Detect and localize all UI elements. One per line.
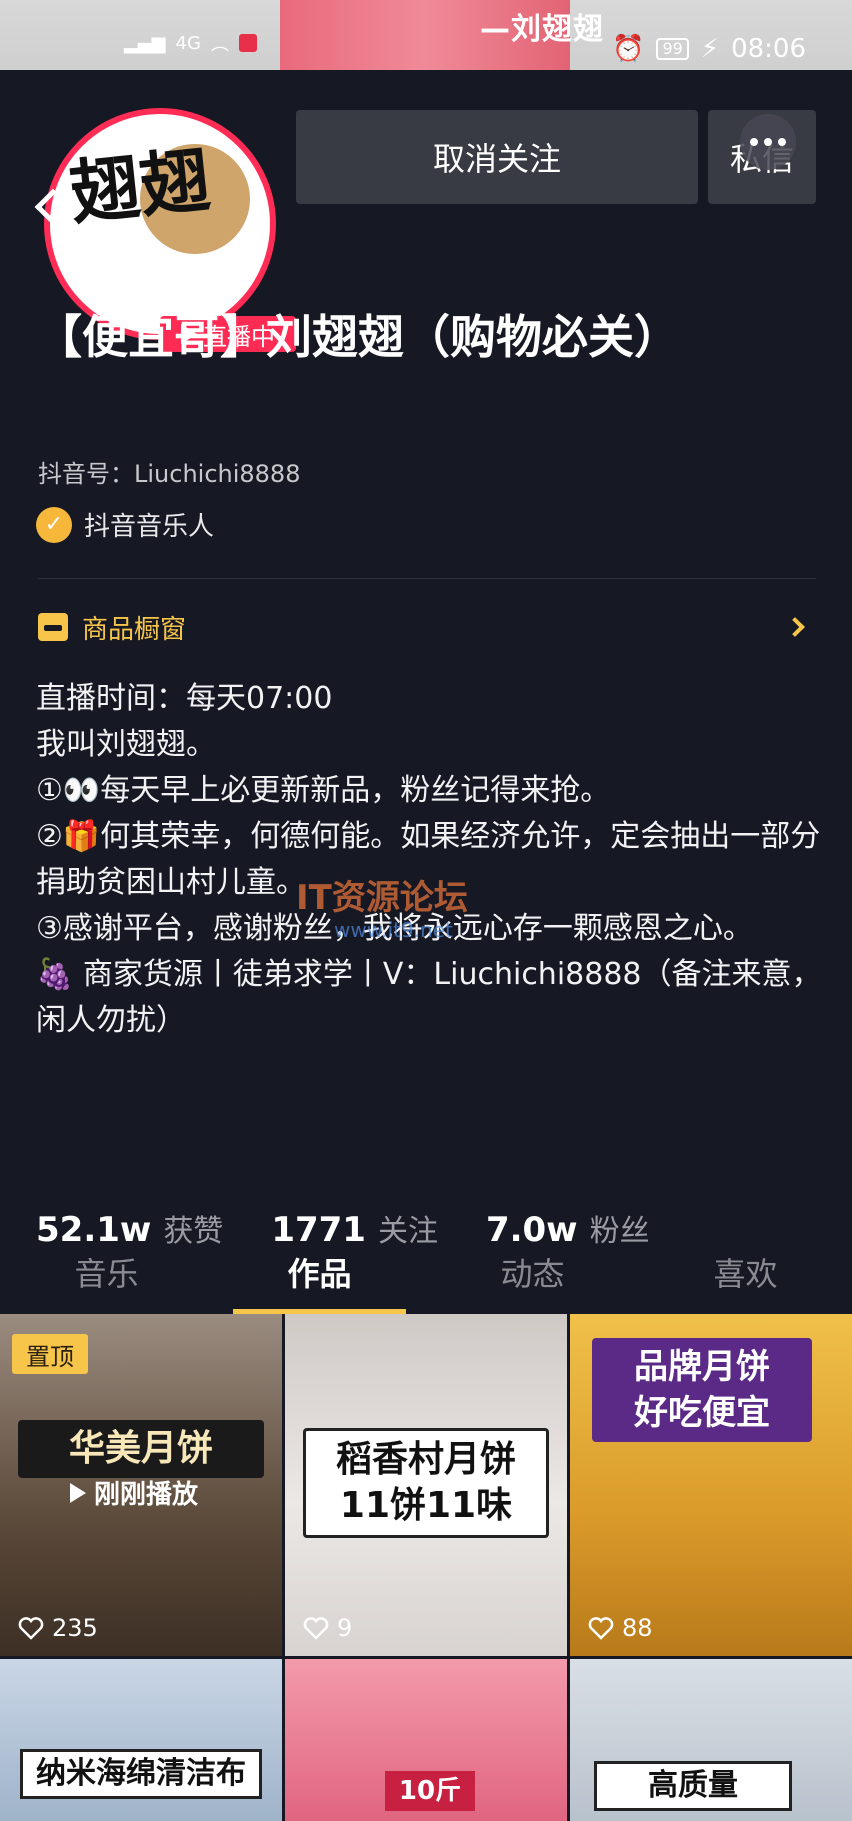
page-title: 【便宜哥】刘翅翅（购物必关） bbox=[36, 310, 680, 364]
shop-icon bbox=[38, 613, 68, 641]
banner-title: —刘翅翅 bbox=[480, 12, 604, 47]
video-title: 品牌月饼 好吃便宜 bbox=[592, 1338, 812, 1442]
video-title: 稻香村月饼 11饼11味 bbox=[303, 1428, 549, 1538]
unfollow-button[interactable]: 取消关注 bbox=[296, 110, 698, 204]
video-title: 纳米海绵清洁布 bbox=[20, 1749, 262, 1799]
watermark-url: www.it9.net bbox=[334, 918, 453, 942]
clock: 08:06 bbox=[731, 34, 806, 64]
video-grid: 置顶 华美月饼 刚刚播放 235 稻香村月饼 11饼11味 9 品牌月饼 好吃便… bbox=[0, 1314, 852, 1821]
watermark: IT资源论坛 bbox=[296, 878, 468, 918]
like-count: 9 bbox=[303, 1614, 352, 1642]
verification-row: ✓ 抖音音乐人 bbox=[36, 506, 214, 543]
video-thumbnail[interactable]: 纳米海绵清洁布 bbox=[0, 1659, 282, 1821]
tab-music[interactable]: 音乐 bbox=[0, 1230, 213, 1314]
avatar-text: 翅翅 bbox=[65, 137, 214, 236]
verification-label: 抖音音乐人 bbox=[84, 512, 215, 542]
divider bbox=[38, 578, 816, 579]
status-left: ▂▄▆ 4G ︵ bbox=[124, 30, 257, 56]
profile-header: 翅翅 直播中 取消关注 私信 【便宜哥】刘翅翅（购物必关） 抖音号：Liuchi… bbox=[0, 70, 852, 1310]
more-options-icon[interactable] bbox=[740, 114, 796, 170]
tab-activity[interactable]: 动态 bbox=[426, 1230, 639, 1314]
video-thumbnail[interactable]: 置顶 华美月饼 刚刚播放 235 bbox=[0, 1314, 282, 1656]
video-title: 10斤 bbox=[385, 1771, 475, 1811]
network-indicator: 4G bbox=[175, 32, 201, 54]
status-right: ⏰ 99 ⚡ 08:06 bbox=[612, 34, 806, 64]
verified-check-icon: ✓ bbox=[36, 506, 72, 543]
play-icon bbox=[70, 1482, 86, 1503]
like-count: 88 bbox=[588, 1614, 653, 1642]
battery-indicator: 99 bbox=[656, 38, 689, 60]
heart-icon bbox=[303, 1616, 329, 1640]
shop-window-label: 商品橱窗 bbox=[82, 614, 187, 645]
just-played-label: 刚刚播放 bbox=[70, 1474, 198, 1511]
video-title: 高质量 bbox=[594, 1761, 792, 1811]
like-count-value: 9 bbox=[337, 1614, 353, 1642]
wifi-icon: ︵ bbox=[210, 34, 229, 55]
tab-liked[interactable]: 喜欢 bbox=[639, 1230, 852, 1314]
record-icon bbox=[238, 34, 257, 52]
video-thumbnail[interactable]: 稻香村月饼 11饼11味 9 bbox=[285, 1314, 567, 1656]
just-played-text: 刚刚播放 bbox=[94, 1480, 199, 1510]
video-title: 华美月饼 bbox=[18, 1420, 264, 1478]
content-tabs: 音乐 作品 动态 喜欢 bbox=[0, 1230, 852, 1314]
like-count-value: 235 bbox=[52, 1614, 98, 1642]
like-count: 235 bbox=[18, 1614, 98, 1642]
signal-icon: ▂▄▆ bbox=[124, 32, 166, 54]
charging-icon: ⚡ bbox=[700, 34, 720, 64]
tab-works[interactable]: 作品 bbox=[213, 1230, 426, 1314]
shop-window-row[interactable]: 商品橱窗 bbox=[38, 590, 816, 664]
status-bar: —刘翅翅 ▂▄▆ 4G ︵ ⏰ 99 ⚡ 08:06 bbox=[0, 0, 852, 70]
douyin-id: 抖音号：Liuchichi8888 bbox=[38, 460, 301, 488]
video-thumbnail[interactable]: 品牌月饼 好吃便宜 88 bbox=[570, 1314, 852, 1656]
video-thumbnail[interactable]: 高质量 bbox=[570, 1659, 852, 1821]
pinned-badge: 置顶 bbox=[12, 1334, 88, 1374]
shop-window-left: 商品橱窗 bbox=[38, 609, 186, 646]
heart-icon bbox=[588, 1616, 614, 1640]
like-count-value: 88 bbox=[622, 1614, 653, 1642]
video-thumbnail[interactable]: 10斤 bbox=[285, 1659, 567, 1821]
bio-text: 直播时间：每天07:00 我叫刘翅翅。 ①👀每天早上必更新新品，粉丝记得来抢。 … bbox=[36, 681, 822, 1038]
alarm-icon: ⏰ bbox=[612, 34, 645, 64]
heart-icon bbox=[18, 1616, 44, 1640]
chevron-right-icon bbox=[785, 617, 805, 637]
